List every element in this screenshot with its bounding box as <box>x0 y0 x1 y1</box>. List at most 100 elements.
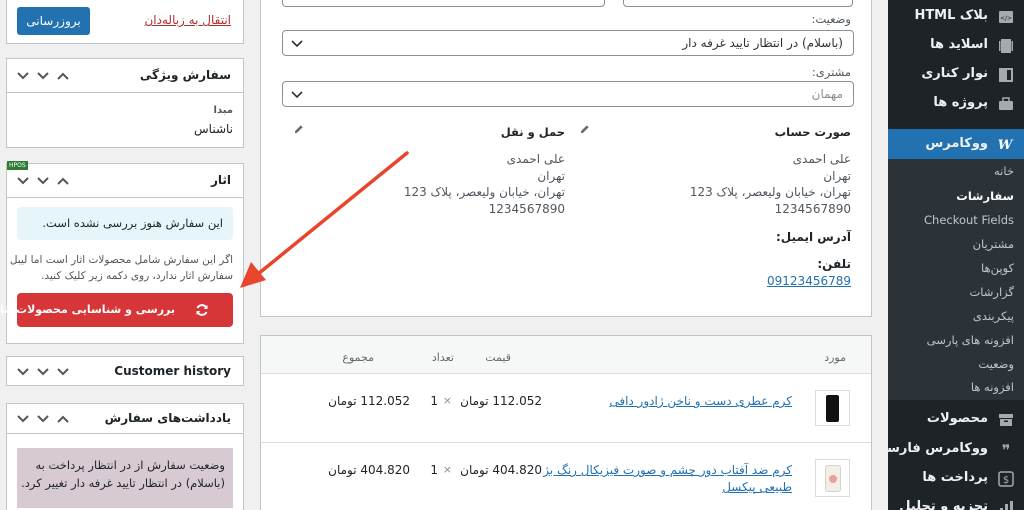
chevron-up-icon[interactable] <box>57 71 69 81</box>
column-price: قیمت <box>485 351 511 364</box>
menu-item-label: نوار کناری <box>921 66 988 81</box>
submenu-status[interactable]: وضعیت <box>978 357 1014 371</box>
svg-text:W: W <box>998 138 1014 152</box>
slides-icon <box>999 39 1013 53</box>
times-sign: × <box>442 463 452 476</box>
table-row <box>261 444 871 510</box>
menu-item-payments[interactable]: پرداخت ها $ <box>888 465 1024 493</box>
submenu-persian-addons[interactable]: افزونه های پارسی <box>927 333 1014 347</box>
menu-item-analytics[interactable]: تجزیه و تحلیل <box>888 494 1024 510</box>
move-to-trash-link[interactable]: انتقال به زباله‌دان <box>144 13 231 27</box>
check-products-label: بررسی و شناسایی محصولات اثار <box>0 303 175 316</box>
order-notes-box: یادداشت‌های سفارش وضعیت سفارش از در انتظ… <box>6 403 244 510</box>
box-title: اثار <box>210 173 231 187</box>
status-value: (باسلام) در انتظار تایید غرفه دار <box>682 36 843 50</box>
customer-label: مشتری: <box>811 65 851 79</box>
chevron-down-icon[interactable] <box>37 71 49 81</box>
product-name-link[interactable]: کرم ضد آفتاب دور چشم و صورت فیزیکال رنگ … <box>543 463 792 477</box>
briefcase-icon <box>999 97 1013 110</box>
chevron-down-icon[interactable] <box>17 71 29 81</box>
date-field[interactable] <box>282 0 605 7</box>
pencil-icon[interactable] <box>293 124 304 135</box>
current-menu-arrow <box>880 133 888 149</box>
phone-link[interactable]: 09123456789 <box>767 274 851 288</box>
box-title: سفارش ویژگی <box>139 68 231 82</box>
chevron-down-icon[interactable] <box>17 367 29 377</box>
menu-item-label: پرداخت ها <box>922 470 988 485</box>
chevron-down-icon[interactable] <box>37 414 49 424</box>
submenu-reports[interactable]: گزارشات <box>969 285 1014 299</box>
box-title: یادداشت‌های سفارش <box>104 411 231 425</box>
woocommerce-icon: W <box>998 138 1014 152</box>
menu-item-woocommerce[interactable]: ووکامرس W <box>888 129 1024 159</box>
chevron-up-icon[interactable] <box>57 176 69 186</box>
customer-history-box: Customer history <box>6 356 244 386</box>
submenu-settings[interactable]: پیکربندی <box>973 309 1014 323</box>
order-status-select[interactable]: (باسلام) در انتظار تایید غرفه دار <box>282 30 854 56</box>
shipping-postcode: 1234567890 <box>488 202 565 216</box>
item-total: 112.052 تومان <box>328 394 410 408</box>
product-thumbnail[interactable] <box>815 390 850 426</box>
phone-label: تلفن: <box>817 257 851 271</box>
menu-item-label: ووکامرس <box>925 136 988 151</box>
box-header: یادداشت‌های سفارش <box>7 404 243 434</box>
column-item: مورد <box>824 351 846 364</box>
update-button[interactable]: بروزرسانی <box>17 7 90 35</box>
billing-street: تهران، خیابان ولیعصر، پلاک 123 <box>689 185 851 199</box>
analytics-icon <box>1000 501 1013 510</box>
product-thumbnail[interactable] <box>815 459 850 497</box>
product-name-link[interactable]: کرم عطری دست و ناخن ژادور دافی <box>609 394 792 408</box>
submenu-customers[interactable]: مشتریان <box>973 237 1014 251</box>
origin-value: ناشناس <box>194 122 233 136</box>
customer-select[interactable]: مهمان <box>282 81 854 107</box>
not-checked-notice: این سفارش هنوز بررسی نشده است. <box>17 207 233 240</box>
box-title: Customer history <box>114 364 231 378</box>
tracking-description: سفارش اثار ندارد، روی دکمه زیر کلیک کنید… <box>41 270 233 282</box>
column-total: مجموع <box>342 351 374 364</box>
menu-item-html-block[interactable]: بلاک HTML </> <box>888 3 1024 31</box>
submenu-home[interactable]: خانه <box>994 164 1014 178</box>
time-field[interactable] <box>623 0 853 7</box>
menu-item-label: بلاک HTML <box>914 8 988 23</box>
menu-item-sidebar[interactable]: نوار کناری <box>888 61 1024 89</box>
box-header: سفارش ویژگی <box>7 59 243 93</box>
chevron-up-icon[interactable] <box>57 414 69 424</box>
item-qty: 1 <box>430 394 438 408</box>
billing-city: تهران <box>823 169 851 183</box>
chevron-down-icon[interactable] <box>37 176 49 186</box>
pencil-icon[interactable] <box>579 124 590 135</box>
admin-menu: بلاک HTML </> اسلاید ها نوار کناری پروژه… <box>874 0 1024 510</box>
menu-item-products[interactable]: محصولات <box>888 406 1024 434</box>
chevron-down-icon[interactable] <box>17 414 29 424</box>
note-text: وضعیت سفارش از در انتظار پرداخت به <box>35 458 225 472</box>
html-block-icon: </> <box>999 11 1013 23</box>
menu-item-label: ووکامرس فارسی <box>873 441 988 456</box>
submenu-extensions[interactable]: افزونه ها <box>971 380 1014 394</box>
order-note: وضعیت سفارش از در انتظار پرداخت به (باسل… <box>17 448 233 508</box>
menu-item-projects[interactable]: پروژه ها <box>888 90 1024 118</box>
billing-postcode: 1234567890 <box>774 202 851 216</box>
product-name-link[interactable]: طبیعی پیکسل <box>722 480 792 494</box>
woocommerce-submenu: خانه سفارشات Checkout Fields مشتریان کوپ… <box>888 159 1024 400</box>
order-actions-box: بروزرسانی انتقال به زباله‌دان <box>6 0 244 44</box>
times-sign: × <box>442 394 452 407</box>
box-header: اثار <box>7 164 243 198</box>
billing-heading: صورت حساب <box>774 125 851 139</box>
menu-item-slides[interactable]: اسلاید ها <box>888 32 1024 60</box>
item-price: 112.052 تومان <box>460 394 542 408</box>
chevron-down-icon[interactable] <box>17 176 29 186</box>
refresh-icon <box>196 304 208 316</box>
submenu-orders[interactable]: سفارشات <box>956 189 1014 203</box>
submenu-coupons[interactable]: کوپن‌ها <box>981 261 1014 275</box>
email-label: آدرس ایمیل: <box>776 230 851 244</box>
menu-item-woocommerce-farsi[interactable]: ووکامرس فارسی ❞ <box>874 436 1024 464</box>
product-image <box>826 395 839 422</box>
submenu-checkout-fields[interactable]: Checkout Fields <box>924 213 1014 227</box>
chevron-down-icon[interactable] <box>37 367 49 377</box>
notice-text: این سفارش هنوز بررسی نشده است. <box>42 216 223 230</box>
table-row <box>261 374 871 443</box>
check-products-button[interactable]: بررسی و شناسایی محصولات اثار <box>0 293 233 327</box>
status-label: وضعیت: <box>811 12 851 26</box>
chevron-down-icon[interactable] <box>57 367 69 377</box>
svg-text:</>: </> <box>1000 15 1012 22</box>
